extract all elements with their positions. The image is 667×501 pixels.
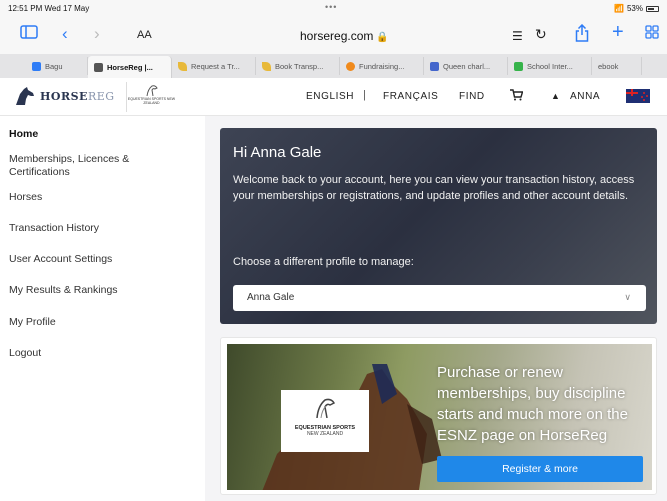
tab-strip: Bagu HorseReg |... Request a Tr... Book …	[0, 54, 667, 78]
tabs-overview-icon[interactable]	[645, 24, 659, 44]
brand-word: HORSEREG	[40, 89, 115, 103]
chevron-down-icon: ∨	[624, 292, 631, 302]
url-text: horsereg.com	[300, 29, 374, 43]
tab-favicon	[430, 61, 439, 71]
browser-toolbar: ‹ › AA horsereg.com 🔒 ☰ ↻ +	[0, 16, 667, 54]
tab-horsereg[interactable]: HorseReg |...	[88, 56, 172, 78]
sidebar-item-memberships[interactable]: Memberships, Licences & Certifications	[9, 153, 159, 179]
tab-label: ebook	[598, 61, 619, 71]
esnz-badge-country: NEW ZEALAND	[306, 431, 344, 437]
battery-icon	[646, 5, 659, 12]
horsereg-logo[interactable]: HORSEREG	[14, 86, 115, 106]
tab-school[interactable]: School Inter...	[508, 57, 592, 75]
status-right: 📶 53%	[614, 4, 659, 13]
tab-fundraising[interactable]: Fundraising...	[340, 57, 424, 75]
profile-select-label: Choose a different profile to manage:	[233, 256, 414, 268]
sidebar-item-transactions[interactable]: Transaction History	[9, 222, 99, 235]
nav-user[interactable]: ANNA	[570, 91, 600, 102]
battery-percent: 53%	[626, 4, 643, 13]
new-tab-icon[interactable]: +	[612, 22, 624, 42]
nav-find[interactable]: FIND	[459, 91, 485, 102]
tab-label: School Inter...	[527, 61, 573, 71]
tab-close-icon[interactable]	[94, 62, 103, 72]
lock-icon: 🔒	[376, 32, 389, 43]
status-time: 12:51 PM Wed 17 May	[8, 4, 90, 13]
site-header: HORSEREG EQUESTRIAN SPORTS NEW ZEALAND E…	[0, 78, 667, 116]
sidebar-item-results[interactable]: My Results & Rankings	[9, 284, 118, 297]
text-size-button[interactable]: AA	[137, 29, 152, 41]
tab-favicon	[346, 61, 355, 71]
multitask-dots[interactable]: •••	[325, 2, 337, 12]
welcome-description: Welcome back to your account, here you c…	[233, 174, 635, 202]
esnz-logo[interactable]: EQUESTRIAN SPORTS NEW ZEALAND	[126, 82, 176, 112]
reader-icon[interactable]: ☰	[512, 26, 523, 46]
nav-separator: |	[363, 89, 366, 101]
sidebar-item-account-settings[interactable]: User Account Settings	[9, 253, 112, 266]
tab-label: Request a Tr...	[191, 61, 240, 71]
sidebar-item-horses[interactable]: Horses	[9, 191, 42, 204]
tab-label: Book Transp...	[275, 61, 324, 71]
esnz-badge: EQUESTRIAN SPORTS NEW ZEALAND	[281, 390, 369, 452]
esnz-mini-text: EQUESTRIAN SPORTS NEW ZEALAND	[127, 97, 176, 105]
tab-label: Bagu	[45, 61, 63, 71]
tab-label: Queen charl...	[443, 61, 491, 71]
nz-flag-icon[interactable]	[626, 89, 650, 103]
nav-francais[interactable]: FRANÇAIS	[383, 91, 438, 102]
account-sidebar: Home Memberships, Licences & Certificati…	[0, 116, 205, 501]
reload-icon[interactable]: ↻	[535, 24, 547, 44]
horse-logo-icon	[16, 87, 34, 105]
share-icon[interactable]	[575, 23, 589, 47]
tab-bagu[interactable]: Bagu	[26, 57, 88, 75]
profile-select[interactable]: Anna Gale ∨	[233, 285, 646, 311]
sidebar-item-home[interactable]: Home	[9, 128, 38, 141]
address-bar[interactable]: horsereg.com 🔒	[300, 29, 389, 43]
tab-book-transport[interactable]: Book Transp...	[256, 57, 340, 75]
tab-favicon	[262, 61, 271, 71]
tab-favicon	[178, 61, 187, 71]
tab-favicon	[514, 61, 523, 71]
welcome-panel: Hi Anna Gale Welcome back to your accoun…	[220, 128, 657, 324]
main-content: Hi Anna Gale Welcome back to your accoun…	[205, 116, 667, 501]
user-icon[interactable]: ▲	[551, 91, 561, 101]
tab-label: Fundraising...	[359, 61, 405, 71]
back-icon[interactable]: ‹	[62, 24, 68, 44]
esnz-promo-card: EQUESTRIAN SPORTS NEW ZEALAND Purchase o…	[220, 337, 657, 495]
esnz-horse-icon	[146, 85, 158, 97]
tab-queen-charlotte[interactable]: Queen charl...	[424, 57, 508, 75]
wifi-icon: 📶	[614, 4, 624, 13]
tab-request[interactable]: Request a Tr...	[172, 57, 256, 75]
forward-icon[interactable]: ›	[94, 24, 100, 44]
equestrian-photo: EQUESTRIAN SPORTS NEW ZEALAND Purchase o…	[227, 344, 652, 490]
profile-select-value: Anna Gale	[247, 292, 295, 303]
sidebar-toggle-icon[interactable]	[20, 24, 38, 45]
cart-icon[interactable]	[510, 89, 524, 104]
esnz-horse-icon	[316, 398, 336, 419]
promo-text: Purchase or renew memberships, buy disci…	[437, 364, 628, 444]
union-jack	[626, 89, 638, 96]
status-bar: 12:51 PM Wed 17 May ••• 📶 53%	[0, 0, 667, 16]
tab-favicon	[32, 61, 41, 71]
tab-ebook[interactable]: ebook	[592, 57, 642, 75]
sidebar-item-logout[interactable]: Logout	[9, 347, 41, 360]
tab-label: HorseReg |...	[107, 62, 153, 72]
sidebar-item-profile[interactable]: My Profile	[9, 316, 56, 329]
nav-english[interactable]: ENGLISH	[306, 91, 354, 102]
welcome-greeting: Hi Anna Gale	[233, 144, 322, 161]
register-button[interactable]: Register & more	[437, 456, 643, 482]
